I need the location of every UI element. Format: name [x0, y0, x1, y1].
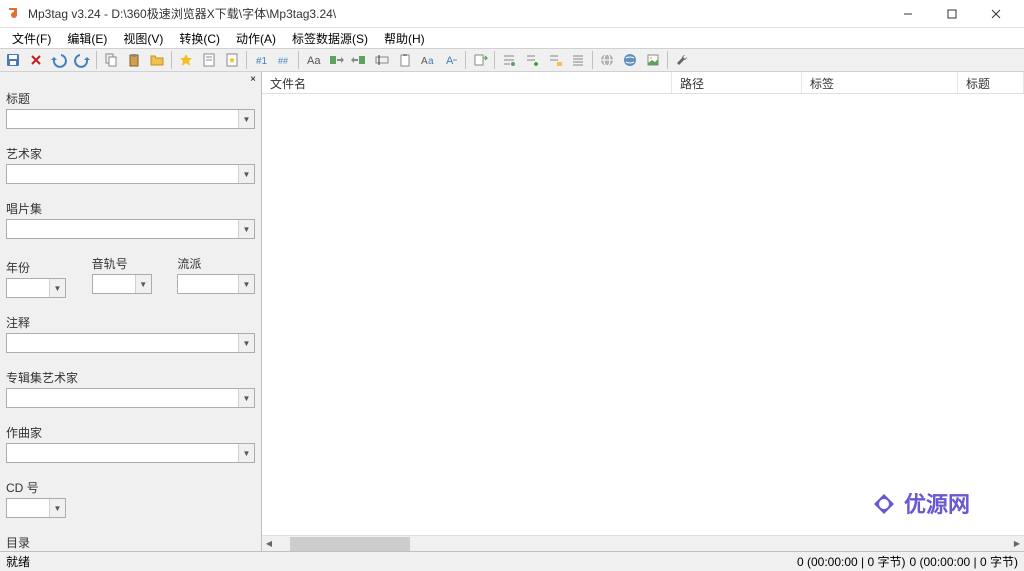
- playlist-icon[interactable]: [498, 49, 520, 71]
- panel-close-icon[interactable]: ×: [247, 74, 259, 86]
- directory-label: 目录: [6, 534, 255, 551]
- app-icon: [6, 6, 22, 22]
- artist-input[interactable]: [6, 164, 255, 184]
- discnumber-label: CD 号: [6, 479, 255, 496]
- playlist-new-icon[interactable]: [521, 49, 543, 71]
- composer-input[interactable]: [6, 443, 255, 463]
- menu-help[interactable]: 帮助(H): [376, 28, 433, 49]
- title-label: 标题: [6, 90, 255, 107]
- window-controls: [886, 0, 1018, 28]
- album-input[interactable]: [6, 219, 255, 239]
- file-list: 文件名 路径 标签 标题 ◀ ▶ 优源网: [262, 72, 1024, 551]
- minimize-button[interactable]: [886, 0, 930, 28]
- num-icon[interactable]: #1: [250, 49, 272, 71]
- toolbar-separator: [298, 51, 299, 69]
- scroll-track[interactable]: [290, 537, 996, 551]
- column-path[interactable]: 路径: [672, 72, 802, 93]
- status-total: 0 (00:00:00 | 0 字节): [909, 553, 1018, 570]
- year-input[interactable]: [6, 278, 66, 298]
- case-icon[interactable]: Aa: [302, 49, 324, 71]
- close-button[interactable]: [974, 0, 1018, 28]
- paste-icon[interactable]: [123, 49, 145, 71]
- web-icon[interactable]: [596, 49, 618, 71]
- albumartist-label: 专辑集艺术家: [6, 369, 255, 386]
- svg-text:a: a: [428, 56, 434, 67]
- copy-icon[interactable]: [100, 49, 122, 71]
- svg-text:A: A: [421, 56, 428, 67]
- list-body[interactable]: [262, 94, 1024, 535]
- script-fav-icon[interactable]: [221, 49, 243, 71]
- redo-icon[interactable]: [71, 49, 93, 71]
- toolbar-separator: [171, 51, 172, 69]
- menu-edit[interactable]: 编辑(E): [59, 28, 115, 49]
- svg-text:##: ##: [278, 56, 288, 66]
- track-label: 音轨号: [92, 255, 170, 272]
- albumartist-input[interactable]: [6, 388, 255, 408]
- statusbar: 就绪 0 (00:00:00 | 0 字节) 0 (00:00:00 | 0 字…: [0, 551, 1024, 571]
- menubar: 文件(F) 编辑(E) 视图(V) 转换(C) 动作(A) 标签数据源(S) 帮…: [0, 28, 1024, 48]
- artist-label: 艺术家: [6, 145, 255, 162]
- status-ready: 就绪: [6, 553, 30, 570]
- text-convert-icon[interactable]: A: [440, 49, 462, 71]
- svg-text:A: A: [446, 55, 454, 67]
- column-tag[interactable]: 标签: [802, 72, 958, 93]
- save-icon[interactable]: [2, 49, 24, 71]
- toolbar-separator: [667, 51, 668, 69]
- year-label: 年份: [6, 259, 84, 276]
- comment-label: 注释: [6, 314, 255, 331]
- toolbar-separator: [592, 51, 593, 69]
- toolbar-separator: [465, 51, 466, 69]
- scroll-thumb[interactable]: [290, 537, 410, 551]
- menu-actions[interactable]: 动作(A): [228, 28, 284, 49]
- album-label: 唱片集: [6, 200, 255, 217]
- toolbar-separator: [96, 51, 97, 69]
- composer-label: 作曲家: [6, 424, 255, 441]
- script-icon[interactable]: [198, 49, 220, 71]
- star-icon[interactable]: [175, 49, 197, 71]
- titlebar: Mp3tag v3.24 - D:\360极速浏览器X下载\字体\Mp3tag3…: [0, 0, 1024, 28]
- menu-tagsources[interactable]: 标签数据源(S): [284, 28, 376, 49]
- playlist-open-icon[interactable]: [544, 49, 566, 71]
- menu-view[interactable]: 视图(V): [115, 28, 171, 49]
- delete-icon[interactable]: [25, 49, 47, 71]
- case-convert-icon[interactable]: Aa: [417, 49, 439, 71]
- playlist-all-icon[interactable]: [567, 49, 589, 71]
- svg-text:#1: #1: [256, 56, 268, 67]
- window-title: Mp3tag v3.24 - D:\360极速浏览器X下载\字体\Mp3tag3…: [28, 5, 886, 22]
- title-input[interactable]: [6, 109, 255, 129]
- list-header: 文件名 路径 标签 标题: [262, 72, 1024, 94]
- toolbar: #1 ## Aa Aa A: [0, 48, 1024, 72]
- num-auto-icon[interactable]: ##: [273, 49, 295, 71]
- horizontal-scrollbar[interactable]: ◀ ▶: [262, 535, 1024, 551]
- tag-to-file-icon[interactable]: [325, 49, 347, 71]
- genre-input[interactable]: [177, 274, 255, 294]
- toolbar-separator: [246, 51, 247, 69]
- maximize-button[interactable]: [930, 0, 974, 28]
- cover-icon[interactable]: [642, 49, 664, 71]
- column-filename[interactable]: 文件名: [262, 72, 672, 93]
- genre-label: 流派: [177, 255, 255, 272]
- scroll-left-icon[interactable]: ◀: [262, 537, 276, 551]
- menu-file[interactable]: 文件(F): [4, 28, 59, 49]
- clipboard-icon[interactable]: [394, 49, 416, 71]
- undo-icon[interactable]: [48, 49, 70, 71]
- globe-icon[interactable]: [619, 49, 641, 71]
- tag-panel: × 标题 ▼ 艺术家 ▼ 唱片集 ▼ 年份 ▼ 音轨号 ▼ 流派 ▼: [0, 72, 262, 551]
- folder-open-icon[interactable]: [146, 49, 168, 71]
- scroll-right-icon[interactable]: ▶: [1010, 537, 1024, 551]
- discnumber-input[interactable]: [6, 498, 66, 518]
- export-icon[interactable]: [469, 49, 491, 71]
- toolbar-separator: [494, 51, 495, 69]
- comment-input[interactable]: [6, 333, 255, 353]
- menu-convert[interactable]: 转换(C): [171, 28, 228, 49]
- file-to-tag-icon[interactable]: [348, 49, 370, 71]
- svg-text:Aa: Aa: [307, 55, 321, 67]
- track-input[interactable]: [92, 274, 152, 294]
- tools-icon[interactable]: [671, 49, 693, 71]
- status-selection: 0 (00:00:00 | 0 字节): [797, 553, 906, 570]
- column-title[interactable]: 标题: [958, 72, 1024, 93]
- rename-icon[interactable]: [371, 49, 393, 71]
